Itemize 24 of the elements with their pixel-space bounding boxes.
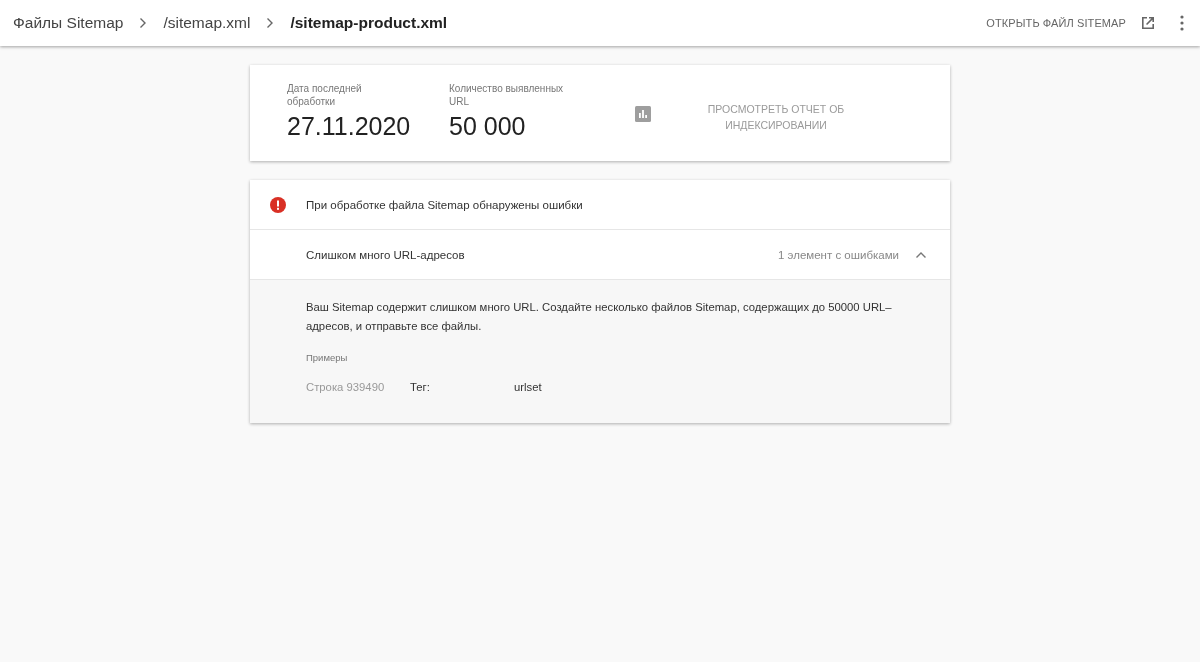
- stat-value: 50 000: [449, 112, 527, 141]
- breadcrumb-link[interactable]: Файлы Sitemap: [13, 14, 124, 32]
- chevron-right-icon: [139, 17, 148, 29]
- error-icon: [270, 196, 286, 213]
- error-count: 1 элемент с ошибками: [778, 248, 899, 261]
- error-row[interactable]: Слишком много URL-адресов 1 элемент с ошибками: [250, 230, 950, 279]
- breadcrumb-link[interactable]: /sitemap.xml: [163, 14, 251, 32]
- tag-value: urlset: [514, 381, 542, 393]
- stat-label: Количество выявленных URL: [449, 83, 565, 108]
- bar-chart-icon: [635, 106, 651, 122]
- open-sitemap-link[interactable]: ОТКРЫТЬ ФАЙЛ SITEMAP: [986, 17, 1126, 29]
- stat-label: Дата последней обработки: [287, 83, 363, 108]
- error-name: Слишком много URL-адресов: [306, 248, 466, 261]
- examples-label: Примеры: [306, 352, 349, 363]
- line-number: Строка 939490: [306, 381, 386, 393]
- chevron-up-icon[interactable]: [915, 250, 927, 259]
- breadcrumb-link[interactable]: /sitemap-product.xml: [290, 14, 448, 32]
- stat-value: 27.11.2020: [287, 112, 412, 141]
- tag-label: Тег:: [410, 381, 431, 393]
- external-link-icon[interactable]: [1140, 15, 1156, 31]
- more-menu-icon[interactable]: [1180, 15, 1184, 31]
- error-title: При обработке файла Sitemap обнаружены ошибки: [306, 198, 583, 211]
- error-description: Ваш Sitemap содержит слишком много URL. Создайте несколько файлов Sitemap, содержащих до 50000 URL–адресов, и отправьте все файлы.: [306, 300, 893, 334]
- chevron-right-icon: [266, 17, 275, 29]
